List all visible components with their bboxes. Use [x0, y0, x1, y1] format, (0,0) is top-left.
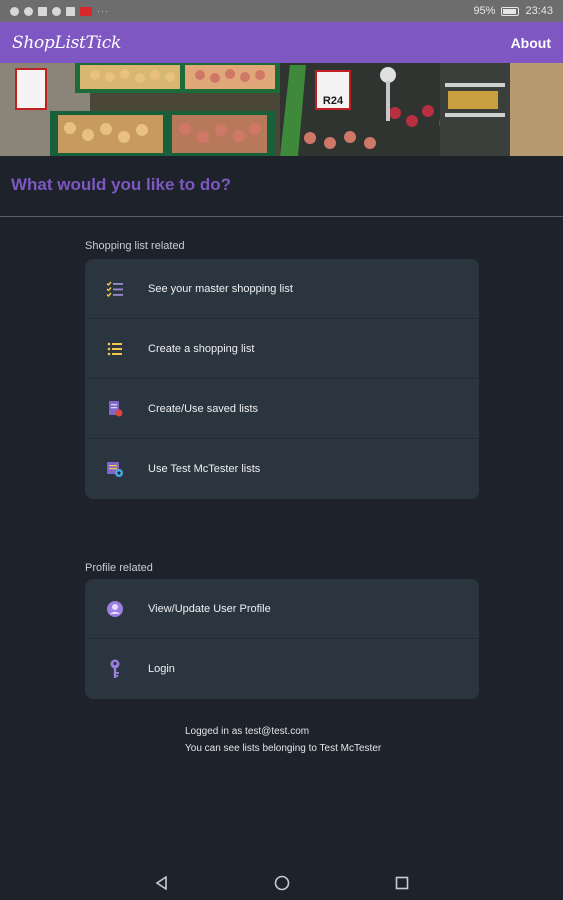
back-icon[interactable]: [152, 873, 172, 893]
divider: [0, 216, 563, 217]
user-profile-label: View/Update User Profile: [148, 602, 271, 615]
lists-info-text: You can see lists belonging to Test McTe…: [185, 743, 382, 754]
battery-percent: 95%: [473, 5, 496, 17]
page-title: What would you like to do?: [11, 175, 232, 194]
system-nav-bar: [0, 866, 563, 900]
check-icon: [38, 6, 47, 16]
profile-card: View/Update User Profile Login: [85, 579, 479, 699]
banner-price-tag: R24: [323, 95, 344, 107]
header-banner-image: R24: [0, 63, 563, 156]
create-list-label: Create a shopping list: [148, 342, 255, 355]
create-list-button[interactable]: Create a shopping list: [85, 319, 479, 379]
clock: 23:43: [525, 5, 553, 17]
list-icon: [105, 339, 125, 359]
mail-icon: [66, 6, 75, 16]
cloud-icon: [24, 6, 33, 16]
key-icon: [105, 659, 125, 679]
master-list-label: See your master shopping list: [148, 282, 293, 295]
checklist-icon: [105, 279, 125, 299]
login-label: Login: [148, 663, 175, 675]
logged-in-text: Logged in as test@test.com: [185, 726, 310, 737]
sync-icon: [52, 6, 61, 16]
user-profile-icon: [105, 599, 125, 619]
saved-lists-label: Create/Use saved lists: [148, 402, 259, 415]
recents-icon[interactable]: [392, 873, 412, 893]
shopping-list-card: See your master shopping list Create a s…: [85, 259, 479, 499]
saved-lists-button[interactable]: Create/Use saved lists: [85, 379, 479, 439]
section-label-profile: Profile related: [85, 562, 153, 574]
about-button[interactable]: About: [511, 35, 551, 51]
home-icon[interactable]: [272, 873, 292, 893]
test-mctester-lists-button[interactable]: Use Test McTester lists: [85, 439, 479, 499]
more-notifications-icon: ···: [97, 6, 109, 16]
status-bar: ··· 95% 23:43: [0, 0, 563, 22]
app-bar: ShopListTick About: [0, 22, 563, 63]
test-mctester-lists-label: Use Test McTester lists: [148, 463, 261, 475]
login-button[interactable]: Login: [85, 639, 479, 699]
status-icons: ···: [10, 6, 109, 16]
section-label-shopping: Shopping list related: [85, 240, 185, 252]
master-list-button[interactable]: See your master shopping list: [85, 259, 479, 319]
user-profile-button[interactable]: View/Update User Profile: [85, 579, 479, 639]
saved-list-icon: [105, 399, 125, 419]
app-title: ShopListTick: [12, 32, 121, 53]
shared-list-icon: [105, 459, 125, 479]
wifi-icon: [10, 6, 19, 16]
battery-icon: [501, 6, 520, 16]
app-notification-icon: [80, 6, 92, 16]
